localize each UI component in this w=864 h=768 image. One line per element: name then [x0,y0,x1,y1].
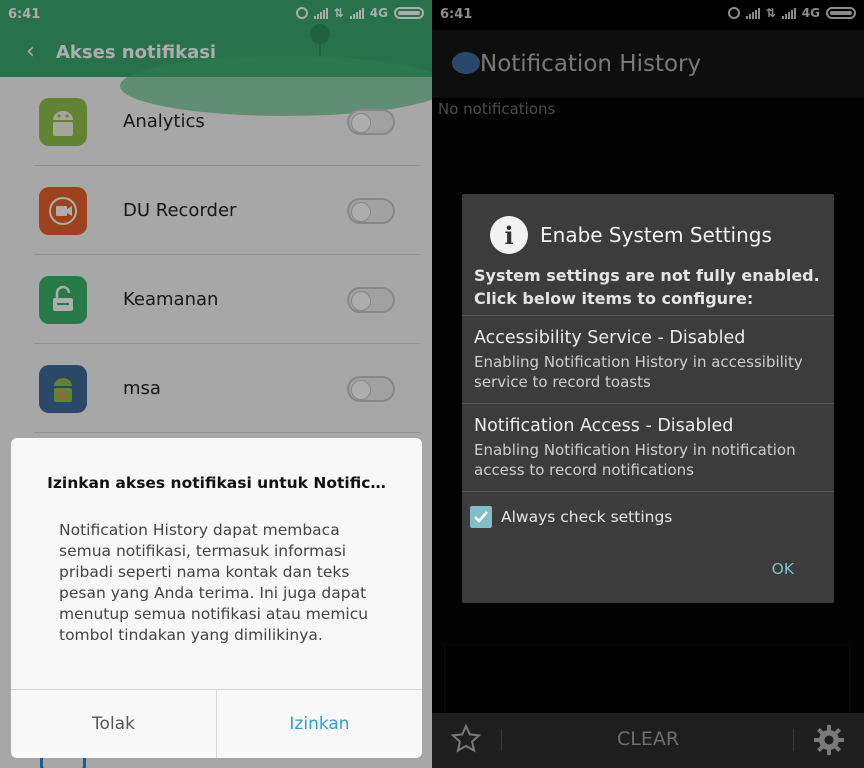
always-check-row[interactable]: Always check settings [462,491,834,541]
gear-icon[interactable] [812,723,846,757]
right-screen: 6:41 ⇅ 4G Notification History No notifi… [432,0,864,768]
bottom-toolbar: CLEAR [432,713,864,768]
allow-button[interactable]: Izinkan [217,690,422,758]
notification-access-item[interactable]: Notification Access - Disabled Enabling … [462,403,834,491]
dialog-header: i Enabe System Settings [490,216,772,254]
item-title: Notification Access - Disabled [474,416,734,436]
dialog-message: System settings are not fully enabled. C… [474,266,820,308]
item-description: Enabling Notification History in notific… [474,441,796,479]
deny-button[interactable]: Tolak [11,690,217,758]
info-icon: i [490,216,528,254]
dialog-message: Notification History dapat membaca semua… [59,521,369,644]
dialog-title: Izinkan akses notifikasi untuk Notific… [47,474,386,492]
checkmark-icon [474,511,488,523]
system-settings-dialog: i Enabe System Settings System settings … [462,194,834,603]
clear-button[interactable]: CLEAR [432,728,864,750]
dialog-title: Enabe System Settings [540,223,772,247]
ok-button[interactable]: OK [772,560,794,578]
item-description: Enabling Notification History in accessi… [474,353,803,391]
left-screen: 6:41 ⇅ 4G ‹ Akses notifikasi Analytics D… [0,0,432,768]
accessibility-service-item[interactable]: Accessibility Service - Disabled Enablin… [462,315,834,403]
item-title: Accessibility Service - Disabled [474,328,746,348]
dialog-buttons: Tolak Izinkan [11,689,422,758]
checkbox-label: Always check settings [501,508,673,526]
permission-dialog: Izinkan akses notifikasi untuk Notific… … [11,438,422,758]
always-check-checkbox[interactable] [470,506,492,528]
